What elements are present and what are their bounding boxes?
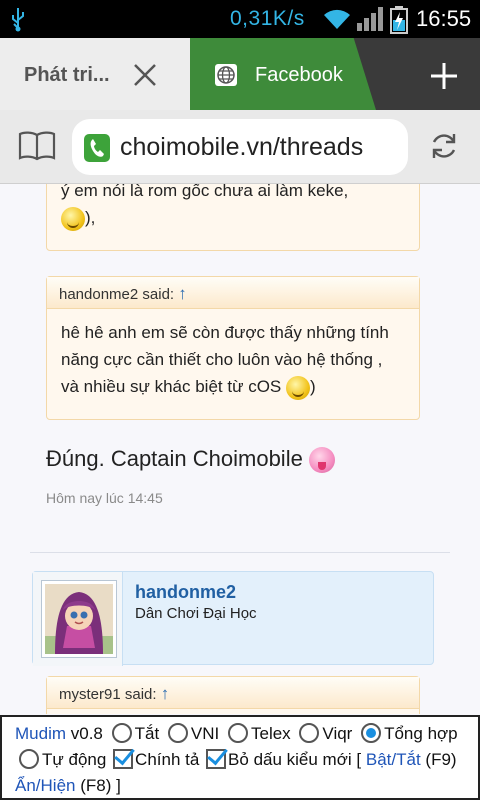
smiley-icon	[286, 375, 310, 400]
radio-auto[interactable]	[19, 749, 39, 769]
toggle-link[interactable]: Bật/Tắt	[366, 750, 421, 769]
network-speed: 0,31K/s	[230, 7, 305, 30]
mudim-brand[interactable]: Mudim	[15, 724, 66, 743]
quote-block: myster91 said: ↑	[46, 676, 420, 714]
quote-body: hê hê anh em sẽ còn được thấy những tính…	[47, 309, 419, 410]
show-hide-shortcut: (F8)	[80, 776, 112, 795]
quote-body: ý em nói là rom gốc chưa ai làm keke, ),	[47, 184, 419, 241]
battery-icon	[390, 6, 408, 39]
mudim-version: v0.8	[70, 724, 103, 743]
address-bar: choimobile.vn/threads	[0, 110, 480, 184]
radio-combined[interactable]	[361, 723, 382, 743]
quote-block: handonme2 said: ↑ hê hê anh em sẽ còn đư…	[46, 276, 420, 420]
mode-label-auto: Tự động	[42, 750, 107, 769]
username-link[interactable]: handonme2	[135, 582, 236, 603]
user-info-box: handonme2 Dân Chơi Đại Học	[32, 571, 434, 666]
url-field[interactable]: choimobile.vn/threads	[72, 119, 408, 175]
close-tab-icon[interactable]	[132, 62, 158, 88]
toggle-shortcut: (F9)	[425, 750, 457, 769]
tab-phat-trien[interactable]: Phát tri...	[0, 38, 190, 110]
tongue-smiley-icon	[308, 447, 335, 474]
clock: 16:55	[416, 6, 472, 31]
quote-text: hê hê anh em sẽ còn được thấy những tính…	[61, 323, 389, 396]
quote-block: ý em nói là rom gốc chưa ai làm keke, ),	[46, 184, 420, 251]
new-accent-checkbox[interactable]	[206, 749, 227, 769]
usb-icon	[8, 6, 28, 37]
user-title: Dân Chơi Đại Học	[135, 605, 257, 622]
mode-label-vni: VNI	[190, 724, 220, 743]
quote-author: myster91 said:	[59, 686, 157, 703]
reader-mode-icon[interactable]	[18, 130, 56, 167]
post-divider	[30, 552, 450, 553]
radio-viqr[interactable]	[299, 723, 320, 743]
page-content[interactable]: ý em nói là rom gốc chưa ai làm keke, ),…	[0, 184, 480, 714]
quote-tail: ),	[85, 208, 96, 227]
tab-title: Phát tri...	[24, 64, 110, 86]
globe-icon	[214, 63, 238, 92]
spelling-checkbox[interactable]	[113, 749, 134, 769]
wifi-icon	[322, 7, 352, 36]
quote-text: ý em nói là rom gốc chưa ai làm keke,	[61, 184, 349, 200]
quote-header: handonme2 said: ↑	[47, 277, 419, 309]
quote-author: handonme2 said:	[59, 286, 175, 303]
tab-facebook[interactable]: Facebook	[190, 38, 376, 110]
radio-off[interactable]	[111, 723, 132, 743]
spelling-label: Chính tả	[135, 750, 200, 769]
show-hide-link[interactable]: Ẩn/Hiện	[15, 776, 75, 795]
refresh-icon[interactable]	[428, 130, 460, 167]
post-message: Đúng. Captain Choimobile	[46, 446, 335, 474]
message-text: Đúng. Captain Choimobile	[46, 446, 303, 471]
quote-tail: )	[310, 377, 316, 396]
site-favicon-icon	[84, 134, 110, 162]
quote-header: myster91 said: ↑	[47, 677, 419, 709]
url-text: choimobile.vn/threads	[120, 133, 364, 161]
mode-label-telex: Telex	[251, 724, 291, 743]
mode-label-viqr: Viqr	[322, 724, 353, 743]
post-timestamp[interactable]: Hôm nay lúc 14:45	[46, 490, 163, 506]
bracket-open: [	[356, 750, 362, 769]
avatar[interactable]	[41, 580, 117, 658]
mode-label-off: Tắt	[134, 724, 160, 743]
mode-label-combined: Tổng hợp	[384, 724, 458, 743]
radio-vni[interactable]	[167, 723, 188, 743]
jump-to-quote-icon[interactable]: ↑	[178, 284, 187, 303]
tab-strip: Phát tri... Facebook	[0, 38, 480, 110]
status-bar: 0,31K/s 16:55	[0, 0, 480, 38]
jump-to-quote-icon[interactable]: ↑	[161, 684, 170, 703]
new-tab-icon[interactable]	[430, 62, 458, 90]
mudim-input-toolbar: Mudim v0.8 Tắt VNI Telex Viqr Tổng hợp T…	[0, 715, 480, 800]
smiley-icon	[61, 206, 85, 231]
avatar-column	[33, 572, 123, 666]
bracket-close: ]	[116, 776, 121, 795]
radio-telex[interactable]	[228, 723, 248, 743]
tab-title: Facebook	[255, 64, 343, 86]
new-accent-label: Bỏ dấu kiểu mới	[228, 750, 352, 769]
signal-icon	[356, 7, 384, 36]
